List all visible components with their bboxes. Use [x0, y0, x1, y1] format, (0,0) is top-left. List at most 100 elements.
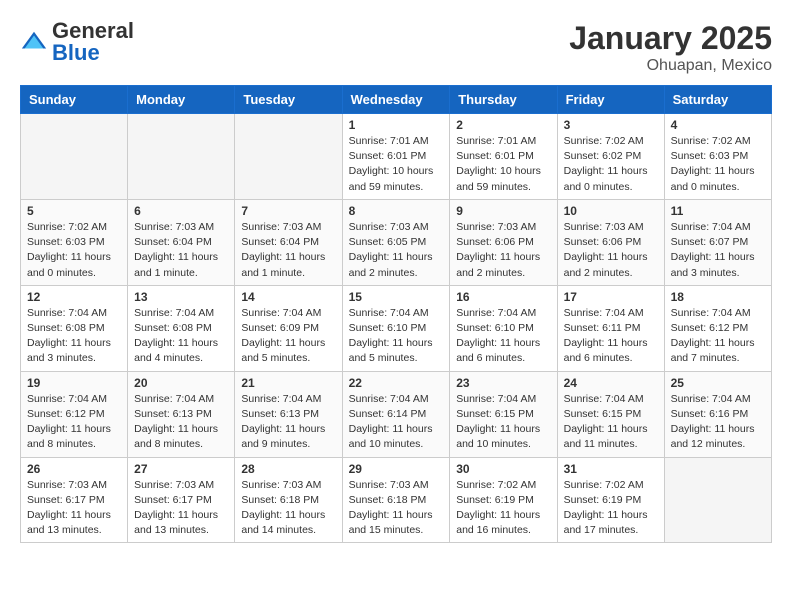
day-info: Sunrise: 7:03 AM Sunset: 6:18 PM Dayligh… [241, 478, 335, 539]
calendar-cell: 6 Sunrise: 7:03 AM Sunset: 6:04 PM Daylig… [128, 199, 235, 285]
calendar-cell: 22 Sunrise: 7:04 AM Sunset: 6:14 PM Dayli… [342, 371, 450, 457]
day-info: Sunrise: 7:04 AM Sunset: 6:10 PM Dayligh… [456, 306, 550, 367]
day-info: Sunrise: 7:03 AM Sunset: 6:05 PM Dayligh… [349, 220, 444, 281]
day-info: Sunrise: 7:03 AM Sunset: 6:04 PM Dayligh… [241, 220, 335, 281]
calendar-cell: 27 Sunrise: 7:03 AM Sunset: 6:17 PM Dayli… [128, 457, 235, 543]
calendar-cell: 20 Sunrise: 7:04 AM Sunset: 6:13 PM Dayli… [128, 371, 235, 457]
calendar-header-row: SundayMondayTuesdayWednesdayThursdayFrid… [21, 86, 772, 114]
day-info: Sunrise: 7:03 AM Sunset: 6:06 PM Dayligh… [456, 220, 550, 281]
day-info: Sunrise: 7:02 AM Sunset: 6:19 PM Dayligh… [564, 478, 658, 539]
calendar-cell: 21 Sunrise: 7:04 AM Sunset: 6:13 PM Dayli… [235, 371, 342, 457]
calendar-cell: 17Sunrise: 7:04 AM Sunset: 6:11 PM Dayli… [557, 285, 664, 371]
day-number: 27 [134, 462, 228, 476]
day-number: 28 [241, 462, 335, 476]
day-number: 26 [27, 462, 121, 476]
calendar-cell: 9 Sunrise: 7:03 AM Sunset: 6:06 PM Daylig… [450, 199, 557, 285]
day-info: Sunrise: 7:02 AM Sunset: 6:02 PM Dayligh… [564, 134, 658, 195]
day-number: 21 [241, 376, 335, 390]
day-number: 17 [564, 290, 658, 304]
day-of-week-header: Tuesday [235, 86, 342, 114]
day-number: 2 [456, 118, 550, 132]
day-info: Sunrise: 7:04 AM Sunset: 6:08 PM Dayligh… [134, 306, 228, 367]
calendar-cell [664, 457, 771, 543]
calendar-cell: 30Sunrise: 7:02 AM Sunset: 6:19 PM Dayli… [450, 457, 557, 543]
day-number: 5 [27, 204, 121, 218]
day-of-week-header: Wednesday [342, 86, 450, 114]
calendar-cell: 19 Sunrise: 7:04 AM Sunset: 6:12 PM Dayli… [21, 371, 128, 457]
day-info: Sunrise: 7:03 AM Sunset: 6:17 PM Dayligh… [27, 478, 121, 539]
day-info: Sunrise: 7:04 AM Sunset: 6:15 PM Dayligh… [564, 392, 658, 453]
calendar-cell: 15 Sunrise: 7:04 AM Sunset: 6:10 PM Dayli… [342, 285, 450, 371]
calendar-cell: 28 Sunrise: 7:03 AM Sunset: 6:18 PM Dayli… [235, 457, 342, 543]
calendar-cell: 14Sunrise: 7:04 AM Sunset: 6:09 PM Dayli… [235, 285, 342, 371]
day-number: 12 [27, 290, 121, 304]
calendar-cell: 7 Sunrise: 7:03 AM Sunset: 6:04 PM Daylig… [235, 199, 342, 285]
day-of-week-header: Friday [557, 86, 664, 114]
calendar-cell: 24 Sunrise: 7:04 AM Sunset: 6:15 PM Dayli… [557, 371, 664, 457]
calendar-cell: 11Sunrise: 7:04 AM Sunset: 6:07 PM Dayli… [664, 199, 771, 285]
calendar-cell: 5 Sunrise: 7:02 AM Sunset: 6:03 PM Daylig… [21, 199, 128, 285]
calendar-week-row: 19 Sunrise: 7:04 AM Sunset: 6:12 PM Dayli… [21, 371, 772, 457]
day-info: Sunrise: 7:04 AM Sunset: 6:13 PM Dayligh… [134, 392, 228, 453]
day-number: 10 [564, 204, 658, 218]
calendar-table: SundayMondayTuesdayWednesdayThursdayFrid… [20, 85, 772, 543]
calendar-week-row: 5 Sunrise: 7:02 AM Sunset: 6:03 PM Daylig… [21, 199, 772, 285]
day-info: Sunrise: 7:04 AM Sunset: 6:12 PM Dayligh… [27, 392, 121, 453]
day-number: 1 [349, 118, 444, 132]
day-info: Sunrise: 7:04 AM Sunset: 6:13 PM Dayligh… [241, 392, 335, 453]
day-of-week-header: Monday [128, 86, 235, 114]
day-info: Sunrise: 7:04 AM Sunset: 6:09 PM Dayligh… [241, 306, 335, 367]
day-info: Sunrise: 7:01 AM Sunset: 6:01 PM Dayligh… [456, 134, 550, 195]
calendar-cell [235, 114, 342, 200]
day-info: Sunrise: 7:03 AM Sunset: 6:06 PM Dayligh… [564, 220, 658, 281]
day-number: 9 [456, 204, 550, 218]
logo-icon [20, 28, 48, 56]
day-info: Sunrise: 7:02 AM Sunset: 6:19 PM Dayligh… [456, 478, 550, 539]
calendar-cell: 2 Sunrise: 7:01 AM Sunset: 6:01 PM Daylig… [450, 114, 557, 200]
day-number: 11 [671, 204, 765, 218]
logo-blue-text: Blue [52, 40, 100, 65]
day-number: 15 [349, 290, 444, 304]
day-number: 8 [349, 204, 444, 218]
calendar-cell: 12Sunrise: 7:04 AM Sunset: 6:08 PM Dayli… [21, 285, 128, 371]
location-subtitle: Ohuapan, Mexico [569, 57, 772, 75]
day-of-week-header: Saturday [664, 86, 771, 114]
calendar-week-row: 1 Sunrise: 7:01 AM Sunset: 6:01 PM Daylig… [21, 114, 772, 200]
day-number: 29 [349, 462, 444, 476]
calendar-cell: 1Sunrise: 7:01 AM Sunset: 6:01 PM Daylig… [342, 114, 450, 200]
calendar-cell: 31Sunrise: 7:02 AM Sunset: 6:19 PM Dayli… [557, 457, 664, 543]
page-header: General Blue January 2025 Ohuapan, Mexic… [20, 20, 772, 75]
calendar-cell: 29 Sunrise: 7:03 AM Sunset: 6:18 PM Dayli… [342, 457, 450, 543]
day-info: Sunrise: 7:04 AM Sunset: 6:14 PM Dayligh… [349, 392, 444, 453]
day-number: 4 [671, 118, 765, 132]
day-info: Sunrise: 7:03 AM Sunset: 6:18 PM Dayligh… [349, 478, 444, 539]
day-number: 13 [134, 290, 228, 304]
day-number: 19 [27, 376, 121, 390]
day-number: 20 [134, 376, 228, 390]
calendar-cell: 4Sunrise: 7:02 AM Sunset: 6:03 PM Daylig… [664, 114, 771, 200]
calendar-cell: 23 Sunrise: 7:04 AM Sunset: 6:15 PM Dayli… [450, 371, 557, 457]
calendar-cell: 26 Sunrise: 7:03 AM Sunset: 6:17 PM Dayli… [21, 457, 128, 543]
calendar-cell: 10 Sunrise: 7:03 AM Sunset: 6:06 PM Dayli… [557, 199, 664, 285]
day-info: Sunrise: 7:04 AM Sunset: 6:15 PM Dayligh… [456, 392, 550, 453]
day-of-week-header: Thursday [450, 86, 557, 114]
day-info: Sunrise: 7:03 AM Sunset: 6:04 PM Dayligh… [134, 220, 228, 281]
day-number: 23 [456, 376, 550, 390]
calendar-week-row: 12 Sunrise: 7:04 AM Sunset: 6:08 PM Dayli… [21, 285, 772, 371]
calendar-week-row: 26 Sunrise: 7:03 AM Sunset: 6:17 PM Dayli… [21, 457, 772, 543]
calendar-cell: 18Sunrise: 7:04 AM Sunset: 6:12 PM Dayli… [664, 285, 771, 371]
day-info: Sunrise: 7:02 AM Sunset: 6:03 PM Dayligh… [27, 220, 121, 281]
day-number: 24 [564, 376, 658, 390]
day-of-week-header: Sunday [21, 86, 128, 114]
day-number: 25 [671, 376, 765, 390]
day-number: 6 [134, 204, 228, 218]
day-number: 22 [349, 376, 444, 390]
day-number: 7 [241, 204, 335, 218]
calendar-cell: 16 Sunrise: 7:04 AM Sunset: 6:10 PM Dayli… [450, 285, 557, 371]
day-info: Sunrise: 7:04 AM Sunset: 6:10 PM Dayligh… [349, 306, 444, 367]
calendar-cell: 3 Sunrise: 7:02 AM Sunset: 6:02 PM Daylig… [557, 114, 664, 200]
day-number: 3 [564, 118, 658, 132]
day-number: 16 [456, 290, 550, 304]
day-info: Sunrise: 7:04 AM Sunset: 6:16 PM Dayligh… [671, 392, 765, 453]
day-info: Sunrise: 7:03 AM Sunset: 6:17 PM Dayligh… [134, 478, 228, 539]
